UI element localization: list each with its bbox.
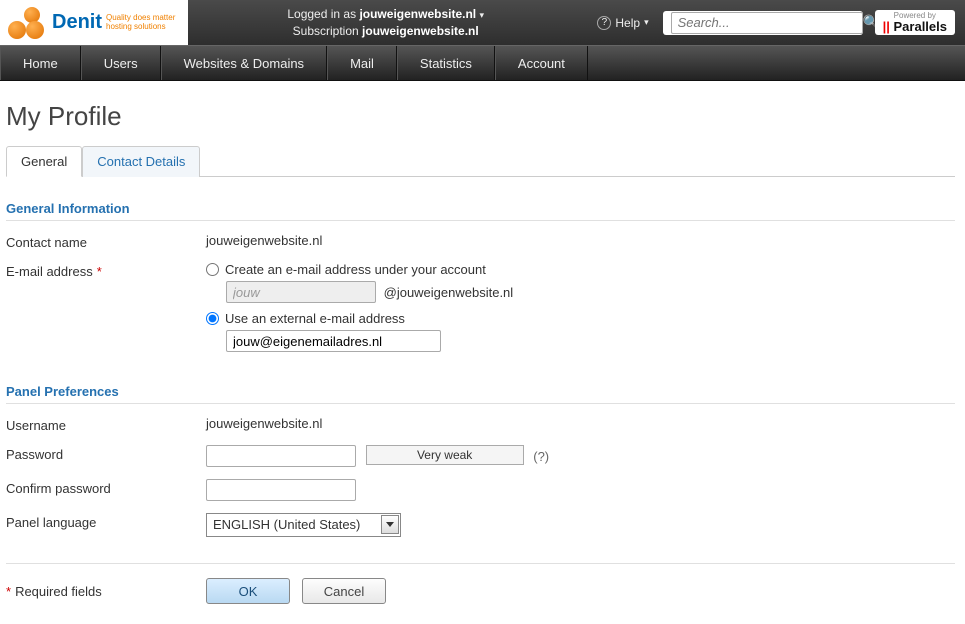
section-general-info: General Information bbox=[6, 201, 955, 221]
chevron-down-icon: ▾ bbox=[644, 17, 649, 28]
radio-create-email[interactable] bbox=[206, 263, 219, 276]
password-label: Password bbox=[6, 445, 206, 462]
radio-external-email[interactable] bbox=[206, 312, 219, 325]
section-panel-preferences: Panel Preferences bbox=[6, 384, 955, 404]
panel-language-value: ENGLISH (United States) bbox=[206, 513, 401, 537]
required-fields-note: *Required fields bbox=[6, 584, 206, 599]
nav-users[interactable]: Users bbox=[81, 46, 161, 80]
help-menu[interactable]: ? Help ▾ bbox=[597, 16, 648, 30]
panel-language-label: Panel language bbox=[6, 513, 206, 530]
header-session-info: Logged in as jouweigenwebsite.nl ▾ Subsc… bbox=[188, 6, 583, 40]
logo-icon bbox=[8, 7, 46, 39]
password-help-icon[interactable]: (?) bbox=[533, 449, 549, 464]
chevron-down-icon[interactable]: ▾ bbox=[479, 10, 484, 20]
logged-in-user[interactable]: jouweigenwebsite.nl bbox=[359, 7, 476, 21]
content-area: My Profile General Contact Details Gener… bbox=[0, 81, 965, 624]
password-input[interactable] bbox=[206, 445, 356, 467]
tab-general[interactable]: General bbox=[6, 146, 82, 177]
nav-mail[interactable]: Mail bbox=[327, 46, 397, 80]
logo-text: Denit bbox=[52, 11, 102, 34]
contact-name-value: jouweigenwebsite.nl bbox=[206, 233, 955, 248]
page-title: My Profile bbox=[6, 101, 955, 132]
logo-block[interactable]: Denit Quality does matterhosting solutio… bbox=[0, 0, 188, 45]
dropdown-arrow-icon[interactable] bbox=[381, 515, 399, 534]
confirm-password-input[interactable] bbox=[206, 479, 356, 501]
nav-home[interactable]: Home bbox=[0, 46, 81, 80]
main-nav: Home Users Websites & Domains Mail Stati… bbox=[0, 45, 965, 81]
confirm-password-label: Confirm password bbox=[6, 479, 206, 496]
search-box[interactable]: 🔍 bbox=[663, 11, 863, 35]
subscription-value: jouweigenwebsite.nl bbox=[362, 24, 479, 38]
help-label: Help bbox=[615, 16, 640, 30]
external-email-input[interactable] bbox=[226, 330, 441, 352]
nav-account[interactable]: Account bbox=[495, 46, 588, 80]
tabs: General Contact Details bbox=[6, 146, 955, 177]
radio-create-email-label: Create an e-mail address under your acco… bbox=[225, 262, 486, 277]
search-input[interactable] bbox=[671, 12, 863, 34]
contact-name-label: Contact name bbox=[6, 233, 206, 250]
create-email-prefix-input bbox=[226, 281, 376, 303]
nav-websites-domains[interactable]: Websites & Domains bbox=[161, 46, 327, 80]
top-header: Denit Quality does matterhosting solutio… bbox=[0, 0, 965, 45]
powered-by-badge[interactable]: Powered by || Parallels bbox=[875, 10, 955, 35]
cancel-button[interactable]: Cancel bbox=[302, 578, 386, 604]
help-icon: ? bbox=[597, 16, 611, 30]
password-strength-meter: Very weak bbox=[366, 445, 524, 465]
brand-label: || Parallels bbox=[883, 19, 947, 34]
tab-contact-details[interactable]: Contact Details bbox=[82, 146, 200, 177]
username-label: Username bbox=[6, 416, 206, 433]
logo-tagline: Quality does matterhosting solutions bbox=[106, 14, 175, 32]
radio-external-email-label: Use an external e-mail address bbox=[225, 311, 405, 326]
create-email-domain: @jouweigenwebsite.nl bbox=[384, 285, 514, 300]
ok-button[interactable]: OK bbox=[206, 578, 290, 604]
username-value: jouweigenwebsite.nl bbox=[206, 416, 955, 431]
email-address-label: E-mail address* bbox=[6, 262, 206, 279]
nav-statistics[interactable]: Statistics bbox=[397, 46, 495, 80]
panel-language-select[interactable]: ENGLISH (United States) bbox=[206, 513, 401, 537]
